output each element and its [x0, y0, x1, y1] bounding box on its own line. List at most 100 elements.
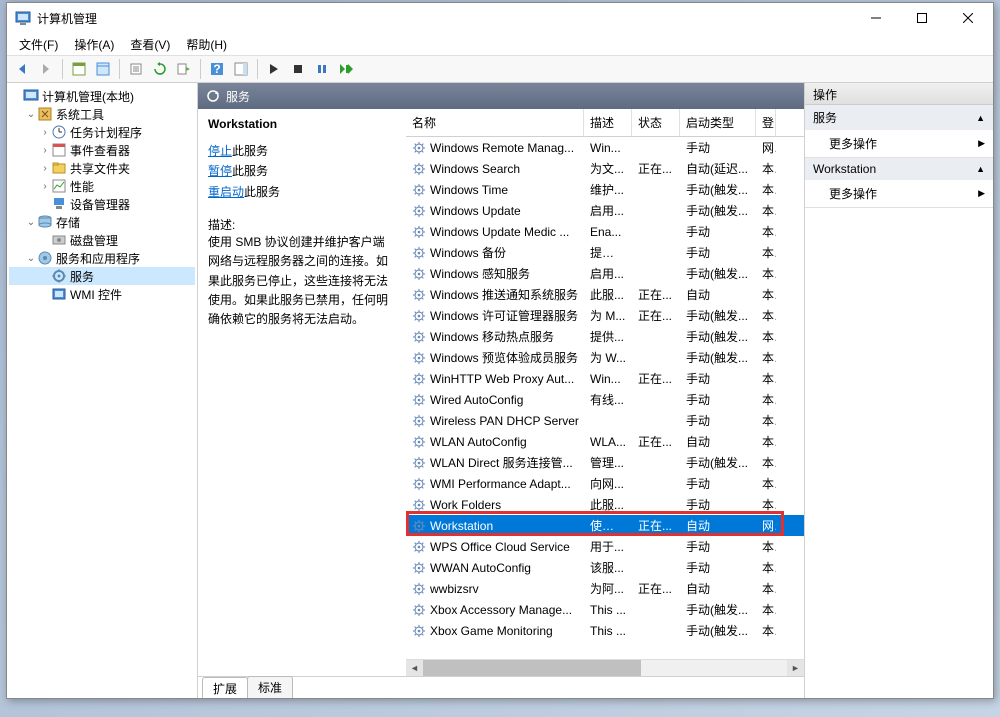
tree-item[interactable]: WMI 控件	[9, 285, 195, 303]
service-row[interactable]: Xbox Game MonitoringThis ...手动(触发...本	[406, 620, 804, 641]
content-area: 计算机管理(本地)⌄系统工具›任务计划程序›事件查看器›共享文件夹›性能设备管理…	[7, 83, 993, 698]
forward-button[interactable]	[35, 58, 57, 80]
service-row[interactable]: WLAN AutoConfigWLA...正在...自动本	[406, 431, 804, 452]
gear-icon	[412, 267, 426, 281]
service-row[interactable]: WinHTTP Web Proxy Aut...Win...正在...手动本	[406, 368, 804, 389]
restart-link[interactable]: 重启动	[208, 185, 244, 199]
col-desc[interactable]: 描述	[584, 109, 632, 136]
twist-icon[interactable]: ⌄	[25, 253, 37, 264]
service-row[interactable]: WWAN AutoConfig该服...手动本	[406, 557, 804, 578]
scroll-thumb[interactable]	[423, 660, 641, 676]
service-row[interactable]: Windows Update Medic ...Ena...手动本	[406, 221, 804, 242]
tree-item[interactable]: ⌄系统工具	[9, 105, 195, 123]
toolbar: ?	[7, 55, 993, 83]
service-row[interactable]: Work Folders此服...手动本	[406, 494, 804, 515]
gear-icon	[412, 435, 426, 449]
tree-label: 共享文件夹	[70, 160, 130, 177]
tree-item[interactable]: 服务	[9, 267, 195, 285]
gear-icon	[412, 288, 426, 302]
service-row[interactable]: wwbizsrv为阿...正在...自动本	[406, 578, 804, 599]
help-button[interactable]: ?	[206, 58, 228, 80]
twist-icon[interactable]: ⌄	[25, 217, 37, 228]
menu-help[interactable]: 帮助(H)	[178, 34, 235, 55]
actions-group-services[interactable]: 服务▲	[805, 105, 993, 130]
col-startup[interactable]: 启动类型	[680, 109, 756, 136]
pause-service-button[interactable]	[311, 58, 333, 80]
tools-icon	[37, 106, 53, 122]
service-row[interactable]: Windows Time维护...手动(触发...本	[406, 179, 804, 200]
list-body[interactable]: Windows Remote Manag...Win...手动网Windows …	[406, 137, 804, 659]
service-row[interactable]: WMI Performance Adapt...向网...手动本	[406, 473, 804, 494]
service-row[interactable]: Windows 备份提供 ...手动本	[406, 242, 804, 263]
maximize-button[interactable]	[899, 3, 945, 33]
scroll-right-button[interactable]: ►	[787, 660, 804, 676]
menu-view[interactable]: 查看(V)	[122, 34, 178, 55]
tree-item[interactable]: ⌄服务和应用程序	[9, 249, 195, 267]
tree-item[interactable]: › 性能	[9, 177, 195, 195]
nav-tree[interactable]: 计算机管理(本地)⌄系统工具›任务计划程序›事件查看器›共享文件夹›性能设备管理…	[7, 83, 198, 698]
pause-link[interactable]: 暂停	[208, 164, 232, 178]
actions-more-workstation[interactable]: 更多操作▶	[805, 180, 993, 207]
actions-pane: 操作 服务▲ 更多操作▶ Workstation▲ 更多操作▶	[805, 83, 993, 698]
restart-service-button[interactable]	[335, 58, 357, 80]
service-row[interactable]: Windows 许可证管理器服务为 M...正在...手动(触发...本	[406, 305, 804, 326]
stop-link[interactable]: 停止	[208, 144, 232, 158]
tree-item[interactable]: ⌄存储	[9, 213, 195, 231]
tree-label: 性能	[70, 178, 94, 195]
tree-label: 磁盘管理	[70, 232, 118, 249]
actions-more-services[interactable]: 更多操作▶	[805, 130, 993, 157]
service-row[interactable]: WLAN Direct 服务连接管...管理...手动(触发...本	[406, 452, 804, 473]
service-row[interactable]: Windows Remote Manag...Win...手动网	[406, 137, 804, 158]
service-row[interactable]: Windows 感知服务启用...手动(触发...本	[406, 263, 804, 284]
desc-text: 使用 SMB 协议创建并维护客户端网络与远程服务器之间的连接。如果此服务已停止，…	[208, 233, 396, 329]
service-row[interactable]: Windows 移动热点服务提供...手动(触发...本	[406, 326, 804, 347]
tab-standard[interactable]: 标准	[247, 676, 293, 698]
back-button[interactable]	[11, 58, 33, 80]
gear-icon	[412, 540, 426, 554]
app-window: 计算机管理 文件(F) 操作(A) 查看(V) 帮助(H) ? 计算机管理(本地…	[6, 2, 994, 699]
svc-icon	[51, 268, 67, 284]
stop-service-button[interactable]	[287, 58, 309, 80]
start-service-button[interactable]	[263, 58, 285, 80]
twist-icon[interactable]: ›	[39, 181, 51, 192]
service-row[interactable]: WPS Office Cloud Service用于...手动本	[406, 536, 804, 557]
close-button[interactable]	[945, 3, 991, 33]
twist-icon[interactable]: ⌄	[25, 109, 37, 120]
service-row[interactable]: Wireless PAN DHCP Server手动本	[406, 410, 804, 431]
service-row[interactable]: Workstation使用 ...正在...自动网	[406, 515, 804, 536]
tab-extended[interactable]: 扩展	[202, 677, 248, 698]
tree-label: 任务计划程序	[70, 124, 142, 141]
twist-icon[interactable]: ›	[39, 145, 51, 156]
export-button[interactable]	[125, 58, 147, 80]
list-header: 名称 描述 状态 启动类型 登	[406, 109, 804, 137]
scroll-left-button[interactable]: ◄	[406, 660, 423, 676]
col-status[interactable]: 状态	[632, 109, 680, 136]
twist-icon[interactable]: ›	[39, 127, 51, 138]
tree-item[interactable]: 计算机管理(本地)	[9, 87, 195, 105]
service-row[interactable]: Windows 推送通知系统服务此服...正在...自动本	[406, 284, 804, 305]
show-hide-tree-button[interactable]	[68, 58, 90, 80]
export-list-button[interactable]	[173, 58, 195, 80]
service-row[interactable]: Xbox Accessory Manage...This ...手动(触发...…	[406, 599, 804, 620]
service-row[interactable]: Windows Search为文...正在...自动(延迟...本	[406, 158, 804, 179]
refresh-button[interactable]	[149, 58, 171, 80]
tree-item[interactable]: ›事件查看器	[9, 141, 195, 159]
properties-button[interactable]	[92, 58, 114, 80]
tree-item[interactable]: › 任务计划程序	[9, 123, 195, 141]
actions-group-workstation[interactable]: Workstation▲	[805, 158, 993, 180]
tree-item[interactable]: 磁盘管理	[9, 231, 195, 249]
col-name[interactable]: 名称	[406, 109, 584, 136]
h-scrollbar[interactable]: ◄ ►	[406, 659, 804, 676]
service-row[interactable]: Windows Update启用...手动(触发...本	[406, 200, 804, 221]
twist-icon[interactable]: ›	[39, 163, 51, 174]
menu-action[interactable]: 操作(A)	[66, 34, 122, 55]
minimize-button[interactable]	[853, 3, 899, 33]
service-row[interactable]: Wired AutoConfig有线...手动本	[406, 389, 804, 410]
tree-item[interactable]: › 共享文件夹	[9, 159, 195, 177]
action-pane-button[interactable]	[230, 58, 252, 80]
tree-item[interactable]: 设备管理器	[9, 195, 195, 213]
col-logon[interactable]: 登	[756, 109, 776, 136]
svcapp-icon	[37, 250, 53, 266]
service-row[interactable]: Windows 预览体验成员服务为 W...手动(触发...本	[406, 347, 804, 368]
menu-file[interactable]: 文件(F)	[11, 34, 66, 55]
